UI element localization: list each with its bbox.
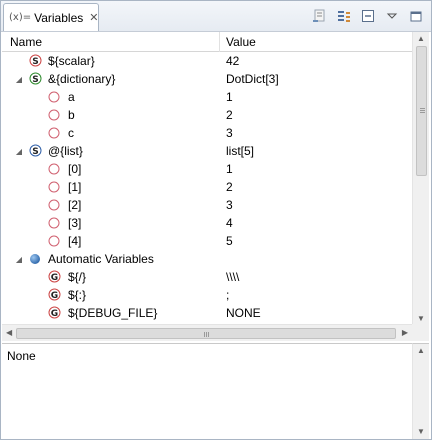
table-row[interactable]: G ${/} \\\\ bbox=[2, 268, 412, 286]
variable-name: [1] bbox=[68, 180, 82, 194]
variable-name: ${:} bbox=[68, 288, 87, 302]
view-tab-bar: (x)= Variables ✕ bbox=[1, 1, 431, 32]
dictionary-variable-icon: S bbox=[29, 72, 42, 85]
item-icon bbox=[48, 181, 61, 194]
table-row[interactable]: S ${scalar} 42 bbox=[2, 52, 412, 70]
variable-name: [2] bbox=[68, 198, 82, 212]
variables-view: (x)= Variables ✕ Name Value S ${scalar} … bbox=[0, 0, 432, 440]
variable-name: c bbox=[68, 126, 74, 140]
minimize-icon[interactable] bbox=[359, 7, 377, 25]
maximize-icon[interactable] bbox=[407, 7, 425, 25]
vertical-scrollbar[interactable]: ▲ ▼ bbox=[412, 32, 429, 324]
table-row[interactable]: G ${DEBUG_FILE} NONE bbox=[2, 304, 412, 322]
variable-value: 4 bbox=[226, 216, 233, 230]
item-icon bbox=[48, 91, 61, 104]
scrollbar-thumb[interactable] bbox=[16, 328, 396, 339]
table-row[interactable]: ◢ Automatic Variables bbox=[2, 250, 412, 268]
horizontal-scrollbar[interactable]: ◀ ▶ bbox=[2, 324, 412, 341]
variable-value: NONE bbox=[226, 306, 261, 320]
variables-view-icon: (x)= bbox=[9, 12, 32, 23]
variable-name: [4] bbox=[68, 234, 82, 248]
variables-table: Name Value S ${scalar} 42 ◢ S &{dictiona… bbox=[2, 32, 412, 324]
variable-value: 42 bbox=[226, 54, 240, 68]
svg-text:S: S bbox=[32, 57, 38, 67]
variable-value: 2 bbox=[226, 180, 233, 194]
table-header: Name Value bbox=[2, 32, 412, 52]
global-variable-icon: G bbox=[48, 270, 61, 283]
scalar-variable-icon: S bbox=[29, 54, 42, 67]
table-row[interactable]: [0] 1 bbox=[2, 160, 412, 178]
variable-value: 3 bbox=[226, 198, 233, 212]
show-type-names-icon[interactable] bbox=[311, 7, 329, 25]
variable-name: [0] bbox=[68, 162, 82, 176]
variable-value: 5 bbox=[226, 234, 233, 248]
table-row[interactable]: b 2 bbox=[2, 106, 412, 124]
variable-name: ${DEBUG_FILE} bbox=[68, 306, 158, 320]
scroll-down-icon[interactable]: ▼ bbox=[417, 314, 425, 323]
item-icon bbox=[48, 163, 61, 176]
expand-toggle-icon[interactable]: ◢ bbox=[14, 255, 24, 264]
collapse-all-icon[interactable] bbox=[335, 7, 353, 25]
variable-value: 3 bbox=[226, 126, 233, 140]
view-toolbar bbox=[311, 7, 425, 25]
scrollbar-corner bbox=[412, 324, 429, 341]
item-icon bbox=[48, 109, 61, 122]
variable-value: 2 bbox=[226, 108, 233, 122]
variable-group-name: Automatic Variables bbox=[48, 252, 154, 266]
svg-text:G: G bbox=[51, 309, 58, 319]
global-variable-icon: G bbox=[48, 288, 61, 301]
scroll-up-icon[interactable]: ▲ bbox=[417, 346, 425, 355]
variable-name: @{list} bbox=[48, 144, 83, 158]
table-row[interactable]: [2] 3 bbox=[2, 196, 412, 214]
expand-toggle-icon[interactable]: ◢ bbox=[14, 147, 24, 156]
item-icon bbox=[48, 217, 61, 230]
svg-text:G: G bbox=[51, 291, 58, 301]
table-row[interactable]: [1] 2 bbox=[2, 178, 412, 196]
scroll-up-icon[interactable]: ▲ bbox=[417, 34, 425, 43]
variable-name: [3] bbox=[68, 216, 82, 230]
scroll-down-icon[interactable]: ▼ bbox=[417, 427, 425, 436]
tab-title: Variables bbox=[34, 10, 84, 25]
detail-pane[interactable]: None bbox=[2, 343, 412, 439]
table-row[interactable]: ◢ S @{list} list[5] bbox=[2, 142, 412, 160]
variable-name: ${scalar} bbox=[48, 54, 95, 68]
item-icon bbox=[48, 127, 61, 140]
expand-toggle-icon[interactable]: ◢ bbox=[14, 75, 24, 84]
scrollbar-thumb[interactable] bbox=[416, 46, 427, 176]
item-icon bbox=[48, 235, 61, 248]
close-icon[interactable]: ✕ bbox=[89, 11, 98, 24]
variable-value: DotDict[3] bbox=[226, 72, 279, 86]
list-variable-icon: S bbox=[29, 144, 42, 157]
variable-name: &{dictionary} bbox=[48, 72, 116, 86]
column-header-name[interactable]: Name bbox=[2, 32, 220, 52]
variable-value: ; bbox=[226, 288, 230, 302]
view-menu-icon[interactable] bbox=[383, 7, 401, 25]
variable-name: b bbox=[68, 108, 75, 122]
variable-value: list[5] bbox=[226, 144, 255, 158]
detail-scrollbar[interactable]: ▲ ▼ bbox=[412, 343, 429, 439]
scroll-right-icon[interactable]: ▶ bbox=[402, 328, 408, 337]
svg-text:G: G bbox=[51, 273, 58, 283]
scroll-left-icon[interactable]: ◀ bbox=[6, 328, 12, 337]
variable-value: \\\\ bbox=[226, 270, 240, 284]
variable-value: 1 bbox=[226, 90, 233, 104]
variable-name: ${/} bbox=[68, 270, 87, 284]
table-row[interactable]: c 3 bbox=[2, 124, 412, 142]
table-row[interactable]: [4] 5 bbox=[2, 232, 412, 250]
table-row[interactable]: ◢ S &{dictionary} DotDict[3] bbox=[2, 70, 412, 88]
table-row[interactable]: G ${:} ; bbox=[2, 286, 412, 304]
tab-variables[interactable]: (x)= Variables ✕ bbox=[3, 3, 99, 31]
column-header-value[interactable]: Value bbox=[220, 32, 410, 52]
svg-text:S: S bbox=[32, 75, 38, 85]
variable-value: 1 bbox=[226, 162, 233, 176]
item-icon bbox=[48, 199, 61, 212]
global-variable-icon: G bbox=[48, 306, 61, 319]
table-row[interactable]: [3] 4 bbox=[2, 214, 412, 232]
variable-group-icon bbox=[29, 253, 42, 266]
table-row[interactable]: a 1 bbox=[2, 88, 412, 106]
detail-text: None bbox=[7, 349, 36, 363]
svg-text:S: S bbox=[32, 147, 38, 157]
variable-name: a bbox=[68, 90, 75, 104]
